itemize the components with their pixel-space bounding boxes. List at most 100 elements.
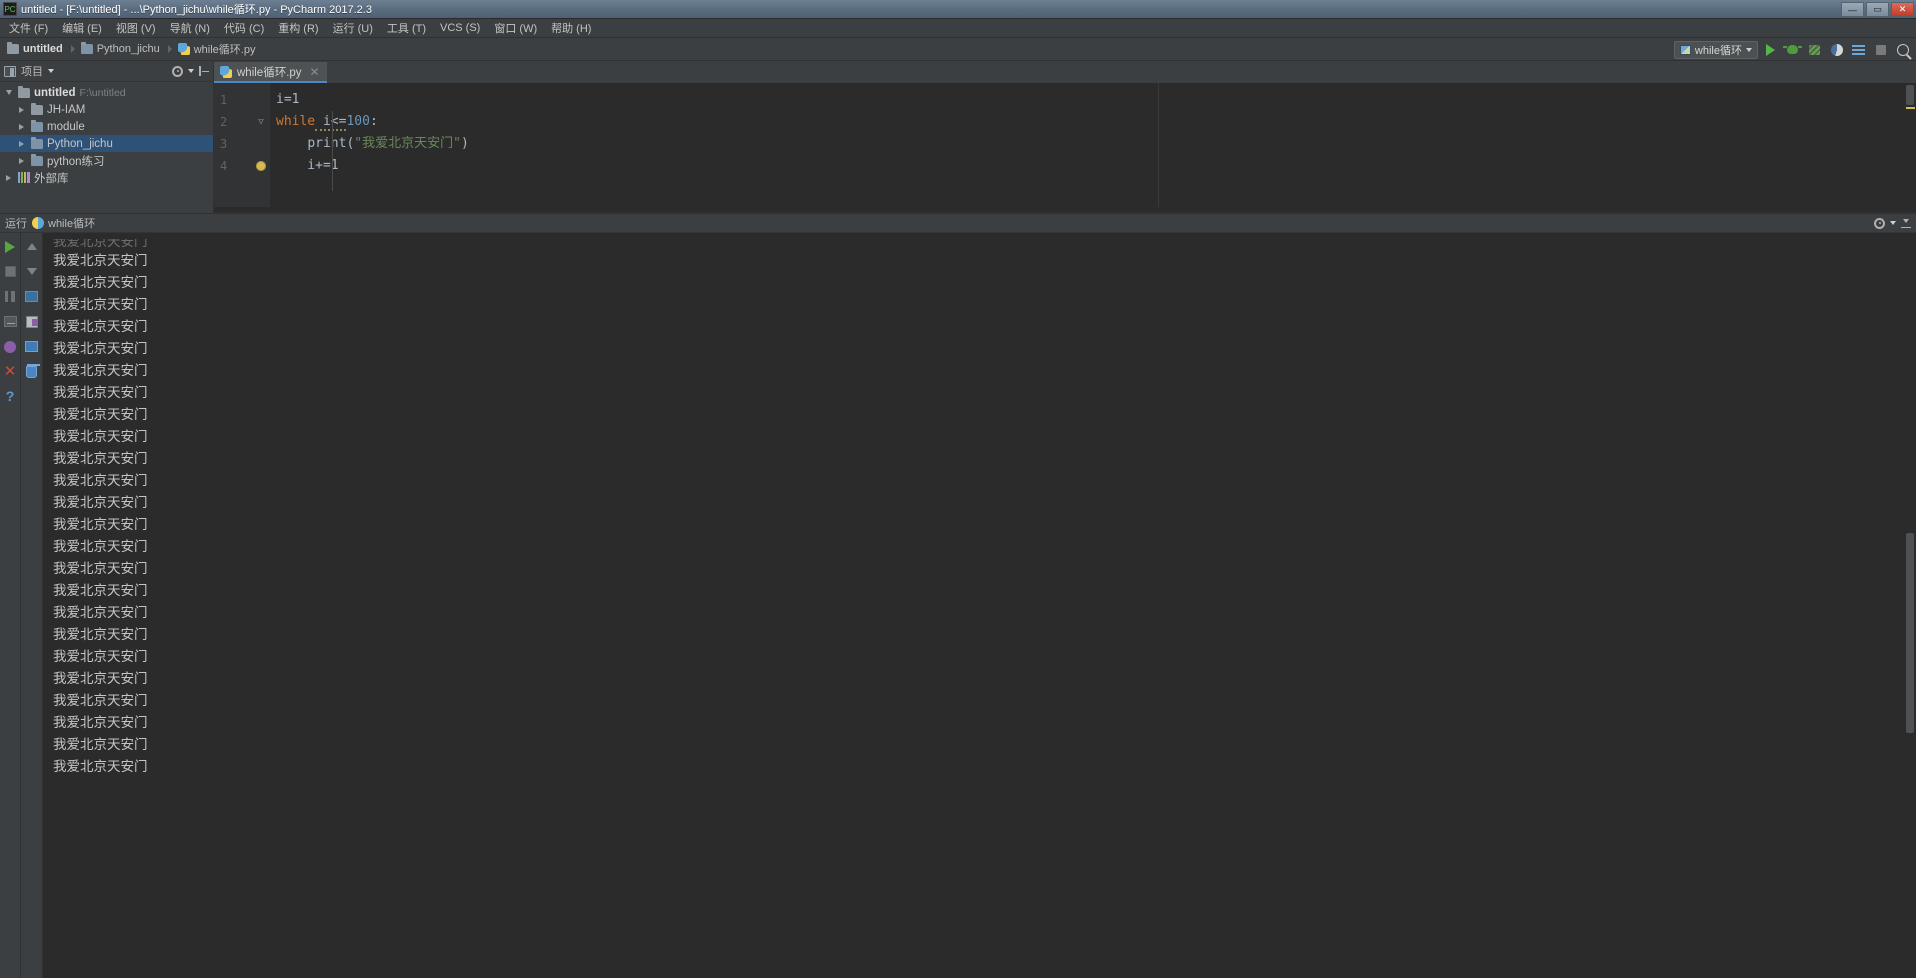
profiler-icon (1830, 43, 1843, 56)
breadcrumb-label: untitled (23, 43, 63, 55)
menu-item-window[interactable]: 窗口 (W) (487, 18, 544, 38)
question-icon: ? (5, 388, 15, 404)
menu-item-vcs[interactable]: VCS (S) (433, 20, 487, 36)
minimize-button[interactable]: — (1841, 2, 1864, 17)
editor-scrollbar-thumb[interactable] (1906, 85, 1914, 105)
profile-button[interactable] (1827, 40, 1846, 59)
concurrency-button[interactable] (1849, 40, 1868, 59)
editor-scrollbar[interactable] (1904, 83, 1916, 207)
menu-item-refactor[interactable]: 重构 (R) (271, 18, 325, 38)
breadcrumb-item-untitled[interactable]: untitled (4, 42, 71, 56)
run-configuration-selector[interactable]: while循环 (1673, 40, 1758, 59)
module-folder-icon (31, 136, 43, 149)
clear-all-button[interactable] (24, 364, 39, 379)
expand-arrow-right-icon[interactable] (3, 174, 14, 181)
run-window-tab[interactable]: while循环 (32, 215, 95, 231)
settings-chevron-icon[interactable] (188, 69, 194, 73)
menu-item-file[interactable]: 文件 (F) (2, 18, 55, 38)
breadcrumb-item-while-file[interactable]: while循环.py (175, 40, 264, 58)
search-icon (1896, 43, 1909, 56)
gutter-line-number: 3 (220, 137, 228, 151)
expand-arrow-down-icon[interactable] (3, 90, 14, 95)
export-button[interactable] (24, 314, 39, 329)
console-scrollbar-thumb[interactable] (1906, 533, 1914, 733)
menu-item-help[interactable]: 帮助 (H) (544, 18, 598, 38)
trash-icon (26, 365, 37, 378)
library-icon (18, 172, 30, 183)
rerun-button[interactable] (3, 239, 18, 254)
code-fold-icon[interactable]: ▽ (256, 117, 266, 127)
tree-node-python-lianxi[interactable]: python练习 (0, 152, 213, 169)
pause-button[interactable] (3, 289, 18, 304)
tree-node-module[interactable]: module (0, 118, 213, 135)
arrow-down-icon (26, 268, 37, 275)
help-button[interactable]: ? (3, 389, 18, 404)
breadcrumb-separator-icon (167, 44, 175, 54)
gutter-line-value: 2 (220, 115, 228, 129)
breadcrumb-label: while循环.py (193, 44, 256, 56)
console-scrollbar[interactable] (1904, 233, 1916, 978)
console-line: 我爱北京天安门 (53, 407, 148, 423)
coverage-button[interactable] (1805, 40, 1824, 59)
menu-item-run[interactable]: 运行 (U) (326, 18, 380, 38)
menu-item-tools[interactable]: 工具 (T) (380, 18, 433, 38)
menu-item-code[interactable]: 代码 (C) (217, 18, 271, 38)
expand-arrow-right-icon[interactable] (16, 123, 27, 130)
run-button[interactable] (1761, 40, 1780, 59)
console-icon (3, 316, 17, 327)
code-line-3: print("我爱北京天安门") (307, 136, 469, 151)
project-tree: untitled F:\untitled JH-IAM module Pytho… (0, 82, 213, 213)
gear-icon[interactable] (1874, 217, 1885, 229)
intention-bulb-icon[interactable] (256, 161, 266, 171)
menu-item-edit[interactable]: 编辑 (E) (55, 18, 109, 38)
search-everywhere-button[interactable] (1893, 40, 1912, 59)
scroll-up-button[interactable] (24, 239, 39, 254)
tree-node-external-libraries[interactable]: 外部库 (0, 169, 213, 186)
play-icon (5, 240, 15, 253)
module-folder-icon (31, 153, 43, 166)
expand-arrow-right-icon[interactable] (16, 106, 27, 113)
gear-icon[interactable] (172, 65, 183, 77)
tree-node-untitled[interactable]: untitled F:\untitled (0, 84, 213, 101)
console-line: 我爱北京天安门 (53, 605, 148, 621)
print-button[interactable] (24, 339, 39, 354)
folder-icon (31, 102, 43, 115)
gutter-line-value: 4 (220, 159, 228, 173)
console-line: 我爱北京天安门 (53, 759, 148, 775)
close-icon[interactable]: ✕ (310, 65, 320, 79)
soft-wrap-button[interactable] (24, 289, 39, 304)
expand-arrow-right-icon[interactable] (16, 157, 27, 164)
pin-tab-button[interactable] (3, 339, 18, 354)
settings-chevron-icon[interactable] (1890, 221, 1896, 225)
code-text[interactable]: i=1 while i<=100: print("我爱北京天安门") i+=1 (270, 83, 1916, 207)
collapse-all-icon[interactable] (199, 66, 209, 76)
expand-arrow-right-icon[interactable] (16, 140, 27, 147)
tree-node-jh-iam[interactable]: JH-IAM (0, 101, 213, 118)
menu-item-view[interactable]: 视图 (V) (109, 18, 163, 38)
gutter-line-number: 4 (214, 155, 270, 177)
editor-gutter[interactable]: 1 2 ▽ 3 4 (214, 83, 270, 207)
console-output[interactable]: 我爱北京天安门 我爱北京天安门 我爱北京天安门 我爱北京天安门 我爱北京天安门 … (43, 233, 1916, 978)
stop-button[interactable] (1871, 40, 1890, 59)
breadcrumb-item-python-jichu[interactable]: Python_jichu (78, 42, 168, 56)
menu-item-navigate[interactable]: 导航 (N) (163, 18, 217, 38)
console-line: 我爱北京天安门 (53, 649, 148, 665)
debug-button[interactable] (1783, 40, 1802, 59)
console-line: 我爱北京天安门 (53, 341, 148, 357)
close-tab-button[interactable]: ✕ (3, 364, 18, 379)
chevron-down-icon[interactable] (48, 69, 54, 73)
project-tool-window: 项目 untitled F:\untitled JH-IAM module Py… (0, 61, 214, 213)
project-panel-title: 项目 (21, 66, 43, 78)
stop-icon (1875, 44, 1886, 55)
hide-window-icon[interactable] (1901, 218, 1911, 228)
editor-tab-while-xunhuan[interactable]: while循环.py ✕ (214, 62, 327, 83)
tree-node-python-jichu[interactable]: Python_jichu (0, 135, 213, 152)
close-button[interactable]: ✕ (1891, 2, 1914, 17)
scroll-down-button[interactable] (24, 264, 39, 279)
stop-button[interactable] (3, 264, 18, 279)
console-button[interactable] (3, 314, 18, 329)
editor-warning-marker[interactable] (1906, 107, 1915, 109)
maximize-button[interactable]: ▭ (1866, 2, 1889, 17)
code-editor[interactable]: 1 2 ▽ 3 4 i=1 while i<=100: print("我爱北京天… (214, 83, 1916, 207)
console-line: 我爱北京天安门 (53, 451, 148, 467)
